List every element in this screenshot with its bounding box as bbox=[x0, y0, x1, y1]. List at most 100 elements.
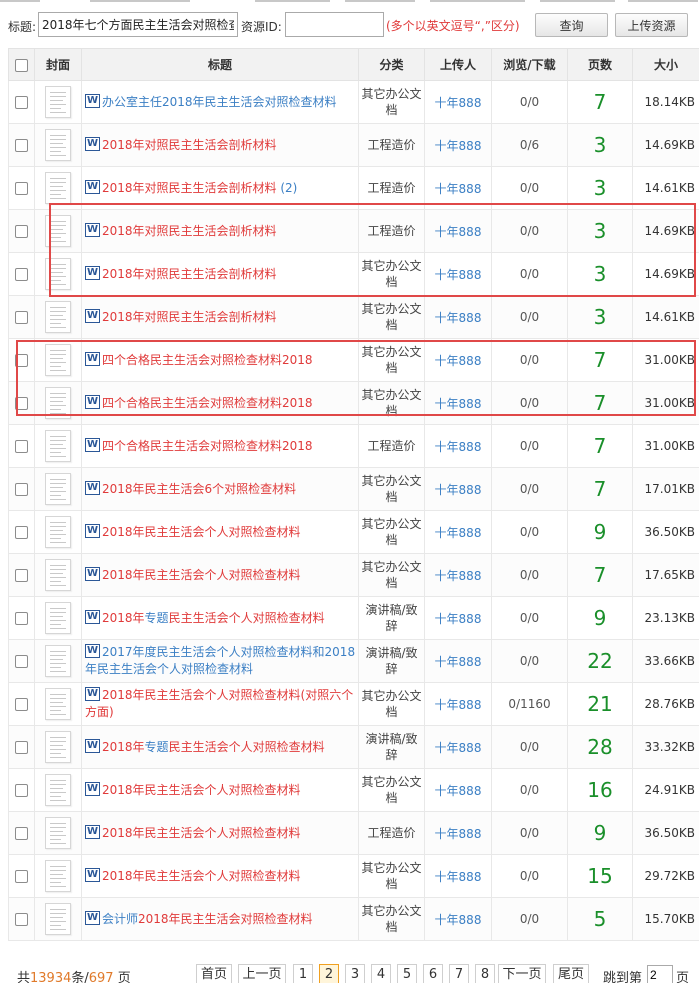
row-select-cell[interactable] bbox=[8, 682, 35, 726]
row-checkbox[interactable] bbox=[15, 870, 28, 883]
document-title-link[interactable]: 2018年民主生活会个人对照检查材料 bbox=[102, 869, 301, 883]
row-select-cell[interactable] bbox=[8, 424, 35, 468]
uploader-link[interactable]: 十年888 bbox=[424, 596, 492, 640]
row-checkbox[interactable] bbox=[15, 741, 28, 754]
document-title-link[interactable]: 2018年民主生活会6个对照检查材料 bbox=[102, 482, 296, 496]
cover-cell[interactable] bbox=[34, 166, 82, 210]
uploader-link[interactable]: 十年888 bbox=[424, 682, 492, 726]
page-number-5[interactable]: 5 bbox=[397, 964, 417, 983]
uploader-link[interactable]: 十年888 bbox=[424, 424, 492, 468]
row-select-cell[interactable] bbox=[8, 80, 35, 124]
document-thumbnail[interactable] bbox=[45, 258, 71, 290]
cover-cell[interactable] bbox=[34, 553, 82, 597]
document-title-link[interactable]: 2018年专题民主生活会个人对照检查材料 bbox=[102, 740, 325, 754]
uploader-link[interactable]: 十年888 bbox=[424, 639, 492, 683]
uploader-link[interactable]: 十年888 bbox=[424, 209, 492, 253]
document-title-link[interactable]: 2018年民主生活会个人对照检查材料(对照六个方面) bbox=[85, 688, 353, 719]
cover-cell[interactable] bbox=[34, 338, 82, 382]
uploader-link[interactable]: 十年888 bbox=[424, 381, 492, 425]
cover-cell[interactable] bbox=[34, 295, 82, 339]
jump-page-input[interactable] bbox=[647, 965, 673, 983]
row-select-cell[interactable] bbox=[8, 553, 35, 597]
uploader-link[interactable]: 十年888 bbox=[424, 854, 492, 898]
document-thumbnail[interactable] bbox=[45, 301, 71, 333]
cover-cell[interactable] bbox=[34, 252, 82, 296]
row-select-cell[interactable] bbox=[8, 123, 35, 167]
cover-cell[interactable] bbox=[34, 768, 82, 812]
row-select-cell[interactable] bbox=[8, 467, 35, 511]
uploader-link[interactable]: 十年888 bbox=[424, 80, 492, 124]
cover-cell[interactable] bbox=[34, 897, 82, 941]
row-select-cell[interactable] bbox=[8, 811, 35, 855]
document-title-link[interactable]: 四个合格民主生活会对照检查材料2018 bbox=[102, 353, 313, 367]
row-checkbox[interactable] bbox=[15, 827, 28, 840]
first-page-button[interactable]: 首页 bbox=[196, 964, 232, 983]
query-button[interactable]: 查询 bbox=[535, 13, 608, 37]
row-checkbox[interactable] bbox=[15, 354, 28, 367]
uploader-link[interactable]: 十年888 bbox=[424, 510, 492, 554]
cover-cell[interactable] bbox=[34, 80, 82, 124]
page-number-3[interactable]: 3 bbox=[345, 964, 365, 983]
page-number-4[interactable]: 4 bbox=[371, 964, 391, 983]
uploader-link[interactable]: 十年888 bbox=[424, 166, 492, 210]
cover-cell[interactable] bbox=[34, 854, 82, 898]
document-thumbnail[interactable] bbox=[45, 86, 71, 118]
select-all-cell[interactable] bbox=[8, 48, 35, 81]
last-page-button[interactable]: 尾页 bbox=[553, 964, 589, 983]
document-title-link[interactable]: 办公室主任2018年民主生活会对照检查材料 bbox=[102, 95, 337, 109]
document-thumbnail[interactable] bbox=[45, 172, 71, 204]
row-checkbox[interactable] bbox=[15, 182, 28, 195]
cover-cell[interactable] bbox=[34, 725, 82, 769]
row-checkbox[interactable] bbox=[15, 96, 28, 109]
cover-cell[interactable] bbox=[34, 596, 82, 640]
document-thumbnail[interactable] bbox=[45, 731, 71, 763]
row-select-cell[interactable] bbox=[8, 768, 35, 812]
document-title-link[interactable]: 2018年专题民主生活会个人对照检查材料 bbox=[102, 611, 325, 625]
row-checkbox[interactable] bbox=[15, 225, 28, 238]
page-number-7[interactable]: 7 bbox=[449, 964, 469, 983]
document-thumbnail[interactable] bbox=[45, 688, 71, 720]
row-checkbox[interactable] bbox=[15, 569, 28, 582]
row-select-cell[interactable] bbox=[8, 381, 35, 425]
row-select-cell[interactable] bbox=[8, 209, 35, 253]
row-checkbox[interactable] bbox=[15, 397, 28, 410]
document-title-link[interactable]: 四个合格民主生活会对照检查材料2018 bbox=[102, 439, 313, 453]
document-thumbnail[interactable] bbox=[45, 602, 71, 634]
document-title-link[interactable]: 2018年民主生活会个人对照检查材料 bbox=[102, 826, 301, 840]
row-checkbox[interactable] bbox=[15, 268, 28, 281]
document-thumbnail[interactable] bbox=[45, 516, 71, 548]
row-checkbox[interactable] bbox=[15, 483, 28, 496]
row-select-cell[interactable] bbox=[8, 252, 35, 296]
cover-cell[interactable] bbox=[34, 209, 82, 253]
cover-cell[interactable] bbox=[34, 682, 82, 726]
document-title-link[interactable]: 2018年对照民主生活会剖析材料 bbox=[102, 138, 277, 152]
document-title-link[interactable]: 2018年民主生活会个人对照检查材料 bbox=[102, 525, 301, 539]
row-select-cell[interactable] bbox=[8, 639, 35, 683]
row-checkbox[interactable] bbox=[15, 526, 28, 539]
row-checkbox[interactable] bbox=[15, 913, 28, 926]
page-number-8[interactable]: 8 bbox=[475, 964, 495, 983]
document-thumbnail[interactable] bbox=[45, 774, 71, 806]
row-checkbox[interactable] bbox=[15, 655, 28, 668]
document-title-link[interactable]: 会计师2018年民主生活会对照检查材料 bbox=[102, 912, 313, 926]
document-title-link[interactable]: 2018年对照民主生活会剖析材料 bbox=[102, 310, 277, 324]
page-number-2[interactable]: 2 bbox=[319, 964, 339, 983]
row-checkbox[interactable] bbox=[15, 784, 28, 797]
select-all-checkbox[interactable] bbox=[15, 58, 28, 72]
document-title-link[interactable]: 四个合格民主生活会对照检查材料2018 bbox=[102, 396, 313, 410]
uploader-link[interactable]: 十年888 bbox=[424, 811, 492, 855]
next-page-button[interactable]: 下一页 bbox=[498, 964, 546, 983]
document-thumbnail[interactable] bbox=[45, 129, 71, 161]
document-thumbnail[interactable] bbox=[45, 903, 71, 935]
row-select-cell[interactable] bbox=[8, 295, 35, 339]
cover-cell[interactable] bbox=[34, 424, 82, 468]
row-checkbox[interactable] bbox=[15, 440, 28, 453]
cover-cell[interactable] bbox=[34, 123, 82, 167]
uploader-link[interactable]: 十年888 bbox=[424, 295, 492, 339]
cover-cell[interactable] bbox=[34, 510, 82, 554]
uploader-link[interactable]: 十年888 bbox=[424, 897, 492, 941]
prev-page-button[interactable]: 上一页 bbox=[238, 964, 286, 983]
document-title-link[interactable]: 2018年民主生活会个人对照检查材料 bbox=[102, 568, 301, 582]
document-thumbnail[interactable] bbox=[45, 344, 71, 376]
document-thumbnail[interactable] bbox=[45, 860, 71, 892]
